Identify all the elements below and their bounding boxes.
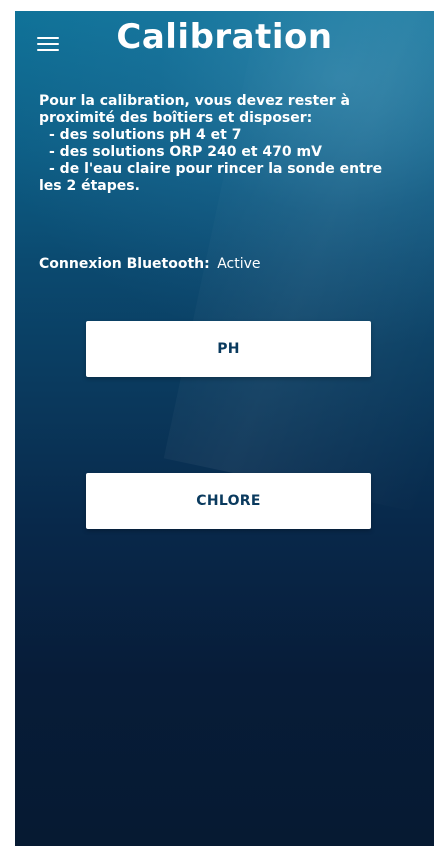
calibration-instructions: Pour la calibration, vous devez rester à… — [39, 93, 419, 195]
instruction-line: - des solutions pH 4 et 7 — [49, 127, 242, 143]
instruction-line: - des solutions ORP 240 et 470 mV — [49, 144, 322, 160]
bluetooth-value: Active — [217, 256, 261, 272]
page-title: Calibration — [116, 17, 333, 57]
instruction-line: les 2 étapes. — [39, 178, 140, 194]
chlore-calibration-button[interactable]: CHLORE — [86, 473, 371, 529]
instruction-line: Pour la calibration, vous devez rester à — [39, 93, 350, 109]
instruction-line: - de l'eau claire pour rincer la sonde e… — [49, 161, 383, 177]
instruction-line: proximité des boîtiers et disposer: — [39, 110, 313, 126]
bluetooth-label: Connexion Bluetooth: — [39, 256, 210, 272]
ph-calibration-button[interactable]: PH — [86, 321, 371, 377]
app-screen: Calibration Pour la calibration, vous de… — [15, 11, 434, 846]
bluetooth-status: Connexion Bluetooth: Active — [39, 256, 261, 272]
